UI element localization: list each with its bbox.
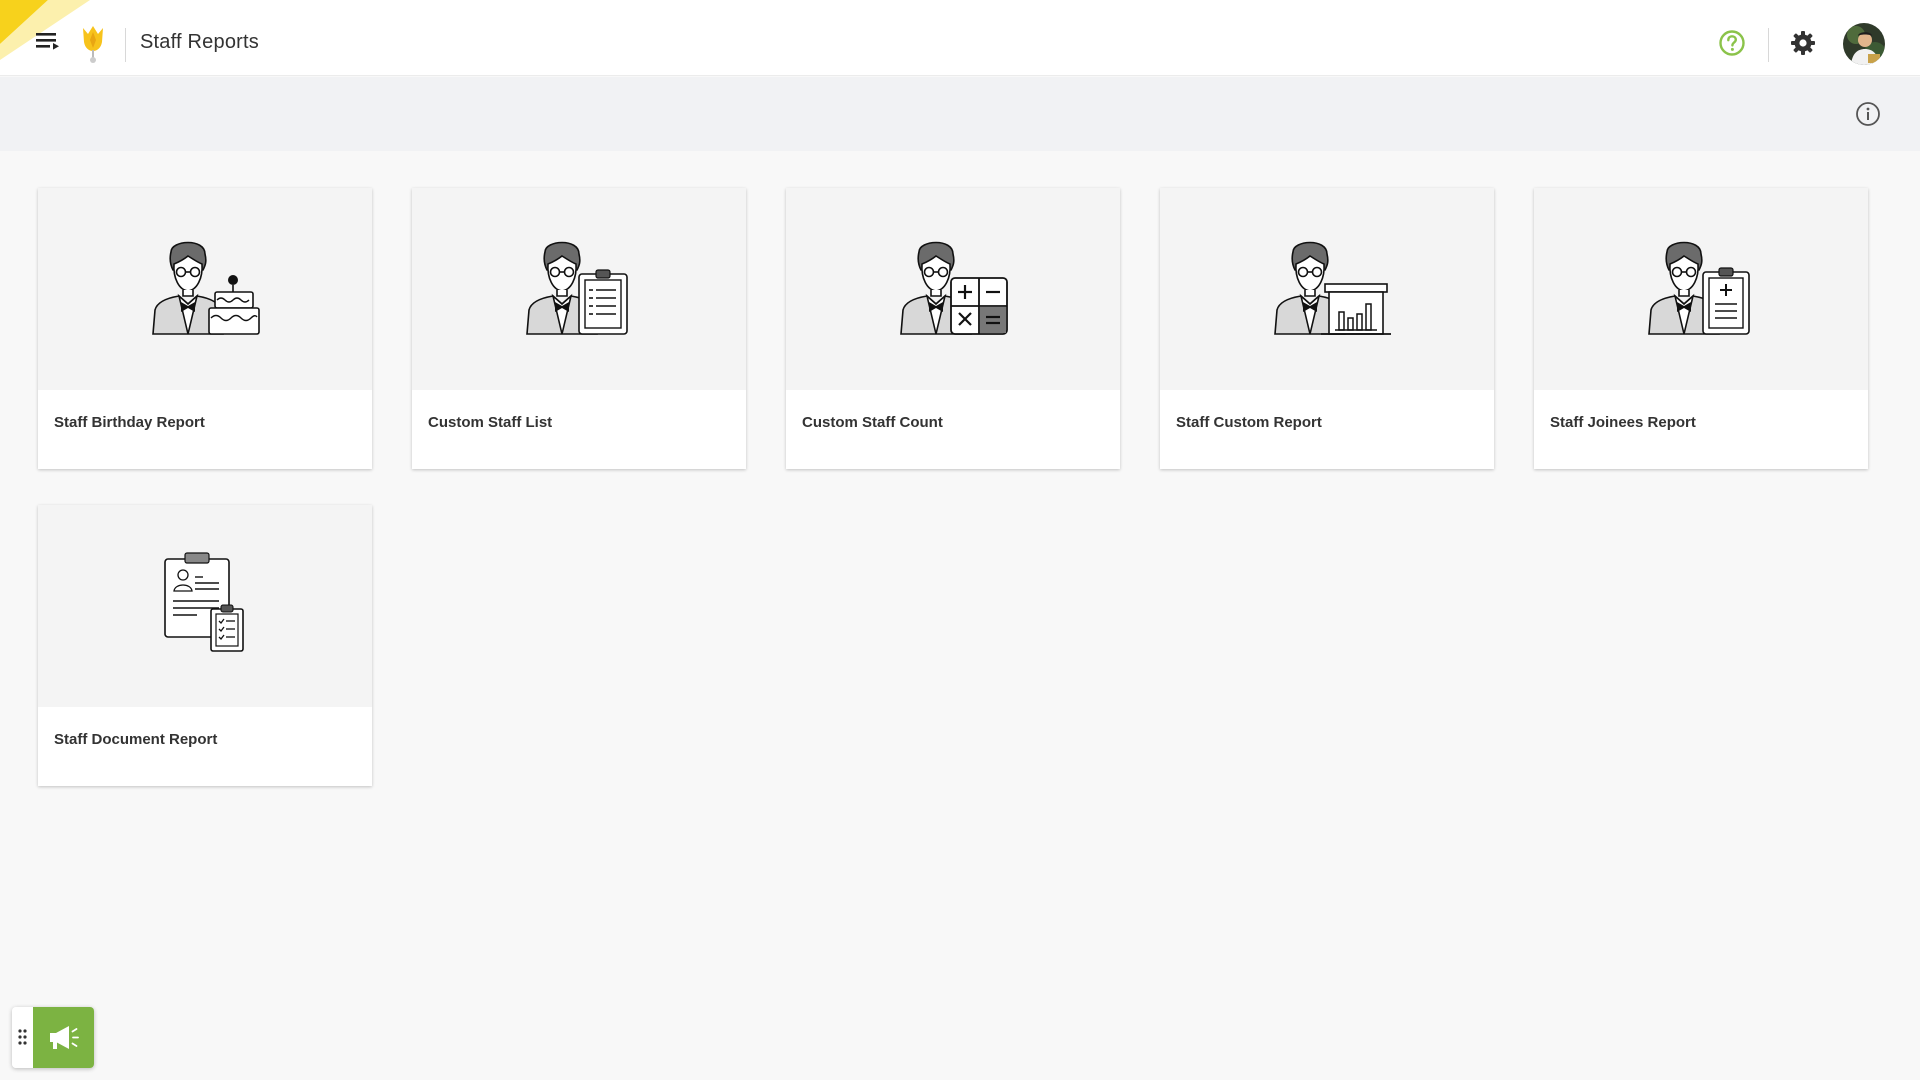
- feedback-widget: [12, 1007, 94, 1068]
- report-card-custom-staff-count[interactable]: Custom Staff Count: [786, 188, 1120, 469]
- top-header: Staff Reports: [0, 0, 1920, 76]
- menu-icon: [36, 33, 59, 50]
- help-button[interactable]: [1718, 29, 1746, 57]
- user-avatar[interactable]: [1843, 23, 1885, 65]
- card-illustration-area: [38, 188, 372, 390]
- staff-count-icon: [900, 241, 1008, 335]
- staff-chart-icon: [1274, 241, 1391, 335]
- card-illustration-area: [1534, 188, 1868, 390]
- tulip-logo: [83, 26, 103, 63]
- header-divider: [1768, 28, 1769, 62]
- staff-document-icon: [164, 552, 244, 652]
- card-title: Custom Staff List: [428, 414, 553, 431]
- page-title: Staff Reports: [140, 31, 259, 53]
- header-divider: [125, 28, 126, 62]
- menu-button[interactable]: [34, 30, 62, 54]
- card-title: Staff Birthday Report: [54, 414, 205, 431]
- toolbar-strip: [0, 77, 1920, 151]
- staff-list-icon: [526, 241, 628, 335]
- widget-drag-handle[interactable]: [12, 1007, 33, 1068]
- settings-button[interactable]: [1789, 29, 1817, 57]
- report-card-staff-joinees[interactable]: Staff Joinees Report: [1534, 188, 1868, 469]
- report-card-custom-staff-list[interactable]: Custom Staff List: [412, 188, 746, 469]
- help-circle-icon: [1719, 30, 1745, 56]
- card-illustration-area: [786, 188, 1120, 390]
- staff-joinees-icon: [1648, 241, 1750, 335]
- gear-icon: [1791, 31, 1815, 55]
- card-illustration-area: [412, 188, 746, 390]
- card-title: Custom Staff Count: [802, 414, 943, 431]
- info-icon: [1856, 102, 1880, 126]
- avatar-image: [1843, 23, 1885, 65]
- announcement-button[interactable]: [33, 1007, 94, 1068]
- card-title: Staff Joinees Report: [1550, 414, 1696, 431]
- card-title: Staff Document Report: [54, 731, 218, 748]
- megaphone-icon: [50, 1026, 79, 1049]
- drag-handle-icon: [18, 1029, 27, 1045]
- report-card-staff-document[interactable]: Staff Document Report: [38, 505, 372, 786]
- card-illustration-area: [38, 505, 372, 707]
- info-button[interactable]: [1855, 101, 1881, 127]
- staff-birthday-icon: [152, 241, 260, 335]
- report-card-staff-birthday[interactable]: Staff Birthday Report: [38, 188, 372, 469]
- card-title: Staff Custom Report: [1176, 414, 1322, 431]
- card-illustration-area: [1160, 188, 1494, 390]
- report-card-staff-custom-report[interactable]: Staff Custom Report: [1160, 188, 1494, 469]
